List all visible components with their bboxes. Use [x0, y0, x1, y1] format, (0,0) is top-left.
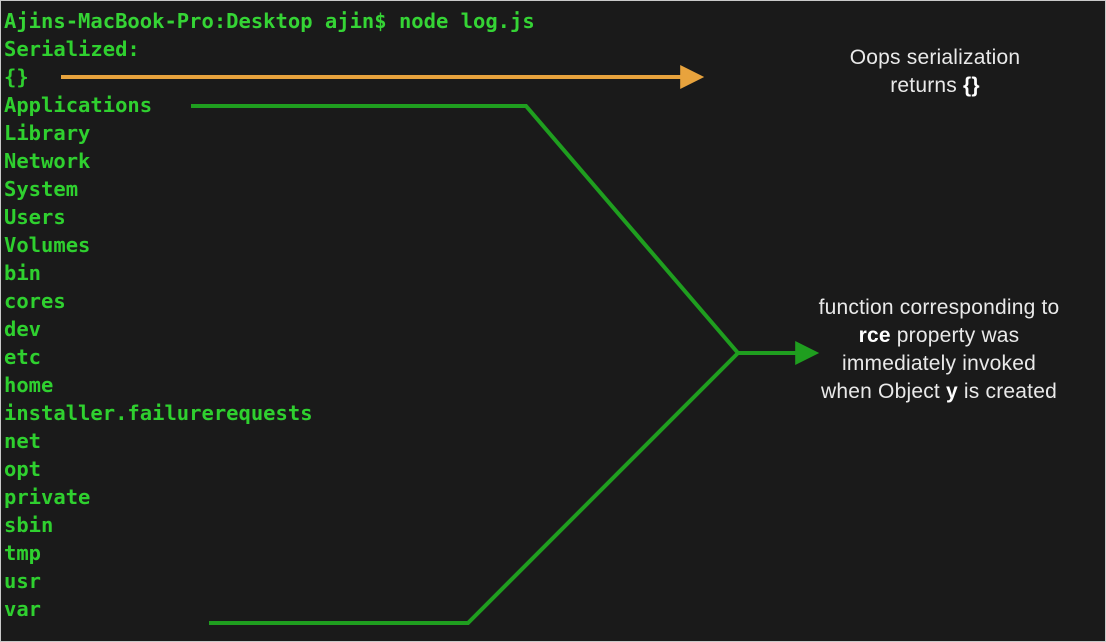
terminal-line-network: Network: [4, 149, 91, 173]
annotation-rce-line3: immediately invoked: [841, 352, 1037, 375]
terminal-line-library: Library: [4, 121, 91, 145]
terminal-line-serialized-value: {}: [4, 65, 29, 89]
annotation-serialization-line2: returns {}: [777, 72, 1093, 100]
terminal-line-users: Users: [4, 205, 66, 229]
annotation-rce: function corresponding to rce property w…: [789, 294, 1089, 406]
terminal-line-dev: dev: [4, 317, 42, 341]
terminal-line-var: var: [4, 597, 42, 621]
terminal-line-net: net: [4, 429, 42, 453]
terminal-line-system: System: [4, 177, 79, 201]
terminal-line-etc: etc: [4, 345, 42, 369]
annotation-rce-line4-prefix: when Object: [821, 380, 946, 403]
terminal-line-opt: opt: [4, 457, 42, 481]
terminal-line-cores: cores: [4, 289, 66, 313]
terminal-line-private: private: [4, 485, 91, 509]
annotation-rce-line4-suffix: is created: [957, 380, 1057, 403]
terminal-line-usr: usr: [4, 569, 42, 593]
annotation-serialization: Oops serialization returns {}: [777, 44, 1093, 100]
annotation-serialization-line2-bold: {}: [963, 74, 980, 97]
terminal-prompt-line: Ajins-MacBook-Pro:Desktop ajin$ node log…: [4, 9, 535, 33]
terminal-line-volumes: Volumes: [4, 233, 91, 257]
annotation-rce-line2-bold: rce: [858, 324, 891, 347]
terminal-line-applications: Applications: [4, 93, 153, 117]
annotation-rce-line2: rce property was: [789, 322, 1089, 350]
annotation-rce-line4-bold: y: [945, 380, 958, 403]
terminal-line-installer-failurerequests: installer.failurerequests: [4, 401, 313, 425]
terminal-line-home: home: [4, 373, 54, 397]
annotation-serialization-line1: Oops serialization: [849, 46, 1021, 69]
terminal-screenshot: Ajins-MacBook-Pro:Desktop ajin$ node log…: [0, 0, 1106, 642]
terminal-line-bin: bin: [4, 261, 42, 285]
terminal-line-tmp: tmp: [4, 541, 42, 565]
terminal-line-serialized-label: Serialized:: [4, 37, 140, 61]
annotation-rce-line2-suffix: property was: [890, 324, 1020, 347]
annotation-rce-line1: function corresponding to: [818, 296, 1060, 319]
annotation-rce-line4: when Object y is created: [789, 378, 1089, 406]
terminal-line-sbin: sbin: [4, 513, 54, 537]
terminal-output: Ajins-MacBook-Pro:Desktop ajin$ node log…: [1, 1, 761, 623]
annotation-serialization-line2-prefix: returns: [890, 74, 964, 97]
